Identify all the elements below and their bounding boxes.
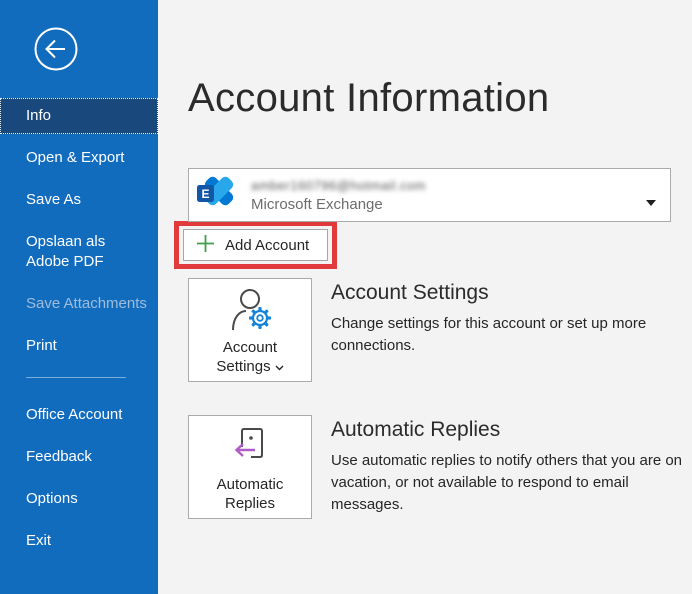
outlook-backstage-window: Info Open & Export Save As Opslaan als A…: [0, 0, 692, 594]
add-account-button[interactable]: Add Account: [183, 229, 328, 261]
svg-text:E: E: [201, 187, 209, 201]
sidebar-item-opslaan-als-adobe-pdf[interactable]: Opslaan als Adobe PDF: [0, 224, 158, 280]
back-button[interactable]: [33, 26, 79, 72]
sidebar-nav: Info Open & Export Save As Opslaan als A…: [0, 98, 158, 559]
add-account-label: Add Account: [225, 237, 309, 254]
account-settings-row: Account Settings Account Settings Change…: [188, 278, 692, 382]
main-content: Account Information E amber160796@hotmai…: [158, 0, 692, 594]
account-texts: amber160796@hotmail.com Microsoft Exchan…: [251, 178, 426, 213]
sidebar-divider: [26, 377, 126, 378]
automatic-replies-button-label: Automatic Replies: [206, 475, 294, 513]
person-gear-icon: [225, 286, 275, 335]
account-settings-description: Change settings for this account or set …: [331, 313, 683, 357]
sidebar-item-print[interactable]: Print: [0, 328, 158, 364]
account-settings-button-label: Account Settings: [206, 338, 294, 376]
sidebar-item-exit[interactable]: Exit: [0, 523, 158, 559]
exchange-logo-icon: E: [196, 172, 238, 219]
page-title: Account Information: [188, 72, 692, 124]
sidebar-item-save-attachments: Save Attachments: [0, 286, 158, 322]
reply-document-icon: [227, 423, 273, 472]
sidebar-item-feedback[interactable]: Feedback: [0, 439, 158, 475]
automatic-replies-heading: Automatic Replies: [331, 417, 683, 443]
automatic-replies-row: Automatic Replies Automatic Replies Use …: [188, 415, 692, 519]
sidebar-item-save-as[interactable]: Save As: [0, 182, 158, 218]
account-settings-text: Account Settings Change settings for thi…: [331, 278, 683, 382]
automatic-replies-button[interactable]: Automatic Replies: [188, 415, 312, 519]
sidebar-item-options[interactable]: Options: [0, 481, 158, 517]
sidebar-item-info[interactable]: Info: [0, 98, 158, 134]
automatic-replies-text: Automatic Replies Use automatic replies …: [331, 415, 683, 519]
account-settings-button[interactable]: Account Settings: [188, 278, 312, 382]
sidebar-item-office-account[interactable]: Office Account: [0, 397, 158, 433]
sidebar: Info Open & Export Save As Opslaan als A…: [0, 0, 158, 594]
add-account-highlight-annotation: Add Account: [174, 221, 337, 269]
sidebar-item-open-export[interactable]: Open & Export: [0, 140, 158, 176]
caret-down-icon: [646, 193, 656, 211]
back-arrow-icon: [33, 60, 79, 75]
plus-icon: [196, 234, 215, 257]
account-settings-heading: Account Settings: [331, 280, 683, 306]
account-selector-dropdown[interactable]: E amber160796@hotmail.com Microsoft Exch…: [188, 168, 671, 222]
account-email: amber160796@hotmail.com: [251, 178, 426, 193]
chevron-down-icon: [275, 357, 284, 376]
automatic-replies-description: Use automatic replies to notify others t…: [331, 450, 683, 516]
account-type: Microsoft Exchange: [251, 196, 426, 213]
